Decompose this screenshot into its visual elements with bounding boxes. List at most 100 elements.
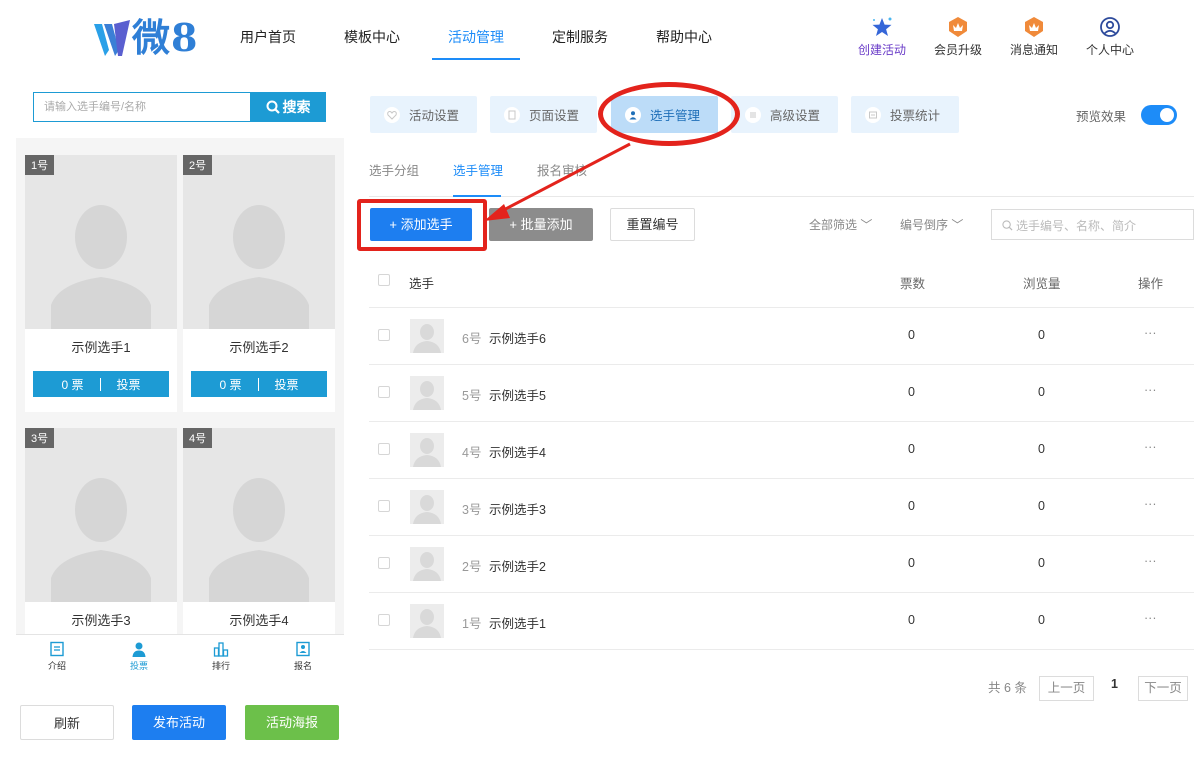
table-row[interactable]: 2号 示例选手2 0 0 ··· xyxy=(369,536,1194,593)
nav-template-center[interactable]: 模板中心 xyxy=(344,0,400,86)
nav-custom-service[interactable]: 定制服务 xyxy=(552,0,608,86)
preview-search-button[interactable]: 搜索 xyxy=(250,92,326,122)
row-checkbox[interactable] xyxy=(378,329,390,341)
player-name: 示例选手3 xyxy=(71,613,131,628)
user-circle-icon xyxy=(1100,17,1120,37)
player-card[interactable]: 3号 示例选手3 xyxy=(25,428,177,636)
player-number: 6号 xyxy=(462,332,482,346)
activity-poster-button[interactable]: 活动海报 xyxy=(245,705,339,740)
more-options-icon[interactable]: ··· xyxy=(1144,554,1157,568)
player-name: 示例选手5 xyxy=(489,389,546,403)
tab-vote-label: 投票 xyxy=(129,661,148,671)
table-row[interactable]: 1号 示例选手1 0 0 ··· xyxy=(369,593,1194,650)
tab-vote[interactable]: 投票 xyxy=(98,635,180,678)
player-photo: 4号 xyxy=(183,428,335,602)
step-label: 页面设置 xyxy=(529,109,580,123)
message-notification-button[interactable]: 消息通知 xyxy=(999,16,1069,58)
tab-ranking-label: 排行 xyxy=(211,661,230,671)
table-header: 选手 票数 浏览量 操作 xyxy=(369,256,1194,308)
player-name: 示例选手1 xyxy=(71,340,131,355)
select-all-checkbox[interactable] xyxy=(378,274,390,286)
more-options-icon[interactable]: ··· xyxy=(1144,326,1157,340)
member-upgrade-button[interactable]: 会员升级 xyxy=(923,16,993,58)
page-icon xyxy=(504,106,520,123)
personal-center-label: 个人中心 xyxy=(1085,43,1134,57)
player-card[interactable]: 2号 示例选手2 0 票 投票 xyxy=(183,155,335,412)
player-photo: 1号 xyxy=(25,155,177,329)
player-card[interactable]: 4号 示例选手4 xyxy=(183,428,335,636)
vote-bar[interactable]: 0 票 投票 xyxy=(191,371,327,397)
crown-badge-icon xyxy=(949,17,967,37)
prev-page-button[interactable]: 上一页 xyxy=(1039,676,1094,701)
publish-activity-button[interactable]: 发布活动 xyxy=(132,705,226,740)
sort-number-dropdown[interactable]: 编号倒序 ﹀ xyxy=(900,216,963,233)
sort-number-label: 编号倒序 xyxy=(900,218,949,232)
current-page[interactable]: 1 xyxy=(1111,677,1118,691)
mobile-preview: 请输入选手编号/名称 搜索 1号 示例选手1 0 票 投票 2号 示例选手2 0… xyxy=(16,86,344,636)
more-options-icon[interactable]: ··· xyxy=(1144,383,1157,397)
tab-signup[interactable]: 报名 xyxy=(262,635,344,678)
view-count: 0 xyxy=(1038,385,1045,399)
filter-all-label: 全部筛选 xyxy=(809,218,858,232)
nav-activity-management[interactable]: 活动管理 xyxy=(432,0,520,86)
vote-button[interactable]: 投票 xyxy=(117,376,141,393)
preview-effect-label: 预览效果 xyxy=(1076,110,1127,124)
row-checkbox[interactable] xyxy=(378,557,390,569)
table-row[interactable]: 6号 示例选手6 0 0 ··· xyxy=(369,308,1194,365)
row-checkbox[interactable] xyxy=(378,443,390,455)
player-number: 1号 xyxy=(462,617,482,631)
preview-search-input[interactable]: 请输入选手编号/名称 xyxy=(33,92,250,122)
avatar-placeholder-icon xyxy=(413,438,441,467)
player-card[interactable]: 1号 示例选手1 0 票 投票 xyxy=(25,155,177,412)
player-thumbnail xyxy=(410,376,444,410)
vote-bar[interactable]: 0 票 投票 xyxy=(33,371,169,397)
chevron-down-icon: ﹀ xyxy=(857,218,873,232)
member-upgrade-label: 会员升级 xyxy=(933,43,982,57)
player-search-input[interactable]: 选手编号、名称、简介 xyxy=(991,209,1194,240)
row-checkbox[interactable] xyxy=(378,500,390,512)
player-photo: 3号 xyxy=(25,428,177,602)
vote-count: 0 票 xyxy=(61,377,84,392)
document-icon xyxy=(50,641,64,657)
step-advanced-settings[interactable]: 高级设置 xyxy=(731,96,838,133)
row-checkbox[interactable] xyxy=(378,614,390,626)
vote-count: 0 xyxy=(908,328,915,342)
ranking-icon xyxy=(213,642,229,657)
avatar-placeholder-icon xyxy=(413,324,441,353)
table-row[interactable]: 4号 示例选手4 0 0 ··· xyxy=(369,422,1194,479)
personal-center-button[interactable]: 个人中心 xyxy=(1075,16,1145,58)
table-row[interactable]: 5号 示例选手5 0 0 ··· xyxy=(369,365,1194,422)
step-page-settings[interactable]: 页面设置 xyxy=(490,96,597,133)
more-options-icon[interactable]: ··· xyxy=(1144,497,1157,511)
step-vote-statistics[interactable]: 投票统计 xyxy=(851,96,959,133)
logo-text: 微8 xyxy=(132,15,199,60)
row-checkbox[interactable] xyxy=(378,386,390,398)
nav-user-home[interactable]: 用户首页 xyxy=(240,0,296,86)
subtab-player-groups[interactable]: 选手分组 xyxy=(369,160,419,179)
tab-ranking[interactable]: 排行 xyxy=(180,635,262,678)
avatar-placeholder-icon xyxy=(413,609,441,638)
more-options-icon[interactable]: ··· xyxy=(1144,440,1157,454)
preview-effect-toggle[interactable] xyxy=(1141,105,1177,125)
nav-help-center[interactable]: 帮助中心 xyxy=(656,0,712,86)
statistics-icon xyxy=(865,106,881,123)
player-name: 示例选手6 xyxy=(489,332,546,346)
create-activity-button[interactable]: 创建活动 xyxy=(847,16,917,58)
step-activity-settings[interactable]: 活动设置 xyxy=(370,96,477,133)
logo[interactable]: 微8 xyxy=(92,16,202,60)
tab-intro[interactable]: 介绍 xyxy=(16,635,98,678)
annotation-arrow-icon xyxy=(484,142,631,221)
player-thumbnail xyxy=(410,433,444,467)
avatar-placeholder-icon xyxy=(209,478,309,602)
vote-divider xyxy=(257,377,259,391)
view-count: 0 xyxy=(1038,613,1045,627)
table-row[interactable]: 3号 示例选手3 0 0 ··· xyxy=(369,479,1194,536)
tab-intro-label: 介绍 xyxy=(47,661,66,671)
vote-button[interactable]: 投票 xyxy=(275,376,299,393)
refresh-button[interactable]: 刷新 xyxy=(20,705,114,740)
notification-badge-icon xyxy=(1025,17,1043,37)
filter-all-dropdown[interactable]: 全部筛选 ﹀ xyxy=(809,216,872,233)
more-options-icon[interactable]: ··· xyxy=(1144,611,1157,625)
next-page-button[interactable]: 下一页 xyxy=(1138,676,1188,701)
vote-divider xyxy=(99,377,101,391)
